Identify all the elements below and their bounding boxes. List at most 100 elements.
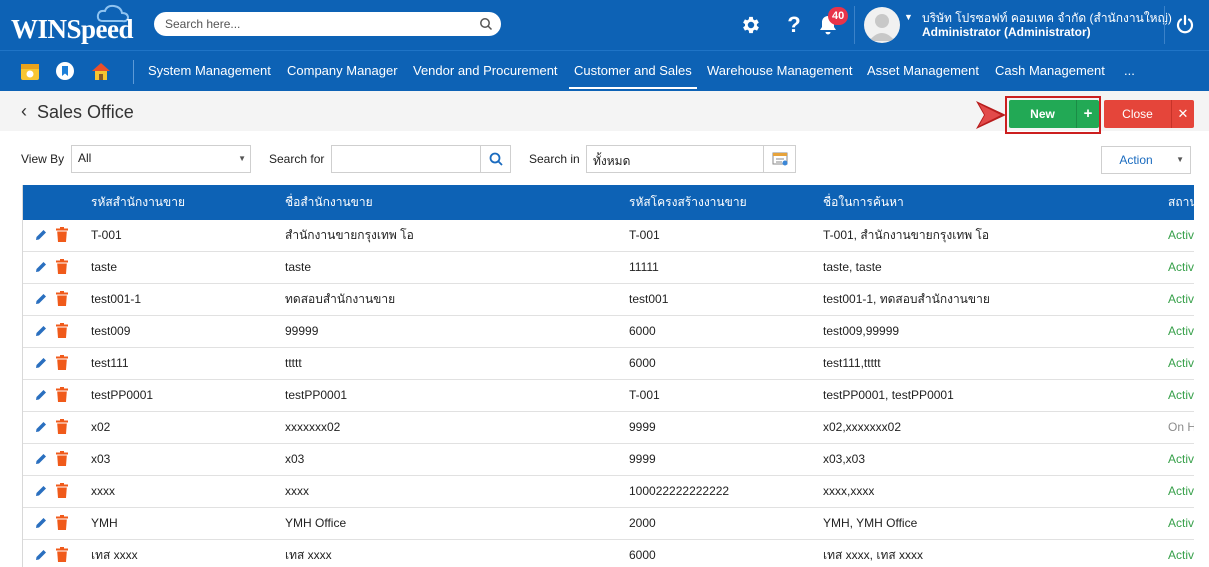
search-for-input[interactable] [336,151,476,165]
status-badge: Active [1168,548,1194,562]
delete-icon[interactable] [56,291,68,306]
new-button-label: New [1030,107,1055,121]
cell-office-name: xxxxxxx02 [285,420,341,434]
app-logo[interactable]: WINSpeed [11,14,134,45]
cell-office-name: xxxx [285,484,309,498]
action-dropdown[interactable]: Action ▼ [1101,146,1191,174]
edit-icon[interactable] [34,388,48,402]
back-icon[interactable]: ‹ [21,101,27,122]
header-divider [854,6,855,44]
status-badge: Active [1168,228,1194,242]
table-row[interactable]: x03 x03 9999 x03,x03 Active [23,444,1194,476]
table-row[interactable]: taste taste 11111 taste, taste Active [23,252,1194,284]
global-search[interactable] [154,12,501,36]
status-badge: Active [1168,356,1194,370]
search-in-box[interactable]: ทั้งหมด [586,145,796,173]
delete-icon[interactable] [56,483,68,498]
delete-icon[interactable] [56,419,68,434]
edit-icon[interactable] [34,516,48,530]
table-row[interactable]: x02 xxxxxxx02 9999 x02,xxxxxxx02 On Hold [23,412,1194,444]
edit-icon[interactable] [34,452,48,466]
table-row[interactable]: test009 99999 6000 test009,99999 Active [23,316,1194,348]
table-row[interactable]: testPP0001 testPP0001 T-001 testPP0001, … [23,380,1194,412]
table-row[interactable]: test001-1 ทดสอบสำนักงานขาย test001 test0… [23,284,1194,316]
table-row[interactable]: เทส xxxx เทส xxxx 6000 เทส xxxx, เทส xxx… [23,540,1194,567]
col-header-structure-code[interactable]: รหัสโครงสร้างงานขาย [629,185,747,220]
search-for-label: Search for [269,152,325,166]
delete-icon[interactable] [56,451,68,466]
view-by-select[interactable]: All ▼ [71,145,251,173]
nav-item-more[interactable]: ... [1124,51,1135,91]
nav-item-asset-management[interactable]: Asset Management [867,51,979,91]
delete-icon[interactable] [56,227,68,242]
cell-structure-code: 9999 [629,420,656,434]
cell-office-code: test009 [91,324,131,338]
edit-icon[interactable] [34,484,48,498]
cell-search-name: YMH, YMH Office [823,516,918,530]
cell-office-name: ทดสอบสำนักงานขาย [285,292,396,306]
cell-search-name: x02,xxxxxxx02 [823,420,902,434]
edit-icon[interactable] [34,292,48,306]
gear-icon[interactable] [738,12,764,38]
help-icon[interactable]: ? [781,12,807,38]
edit-icon[interactable] [34,356,48,370]
cell-office-code: testPP0001 [91,388,154,402]
cell-structure-code: 6000 [629,324,656,338]
delete-icon[interactable] [56,547,68,562]
edit-icon[interactable] [34,228,48,242]
cell-office-name: ttttt [285,356,302,370]
search-for-button[interactable] [480,146,511,172]
nav-item-vendor-procurement[interactable]: Vendor and Procurement [413,51,558,91]
plus-icon[interactable]: + [1076,100,1099,128]
edit-icon[interactable] [34,420,48,434]
notification-badge: 40 [828,7,849,25]
cell-structure-code: test001 [629,292,669,306]
search-icon[interactable] [479,17,493,31]
col-header-search-name[interactable]: ชื่อในการค้นหา [823,185,904,220]
close-button[interactable]: Close ✕ [1104,100,1194,128]
page-title: Sales Office [37,102,134,122]
edit-icon[interactable] [34,548,48,562]
search-for-box [331,145,511,173]
user-role[interactable]: Administrator (Administrator) [922,25,1091,39]
col-header-status[interactable]: สถานะ [1168,185,1194,220]
nav-item-system-management[interactable]: System Management [148,51,271,91]
close-icon[interactable]: ✕ [1171,100,1194,128]
delete-icon[interactable] [56,323,68,338]
search-in-picker-button[interactable] [763,146,796,172]
avatar[interactable] [864,7,900,43]
edit-icon[interactable] [34,260,48,274]
cell-search-name: test009,99999 [823,324,900,338]
table-row[interactable]: T-001 สำนักงานขายกรุงเทพ โอ T-001 T-001,… [23,220,1194,252]
nav-item-warehouse-management[interactable]: Warehouse Management [707,51,853,91]
col-header-office-name[interactable]: ชื่อสำนักงานขาย [285,185,373,220]
cell-office-name: taste [285,260,312,274]
nav-item-company-manager[interactable]: Company Manager [287,51,398,91]
field-picker-icon [772,152,788,166]
nav-item-cash-management[interactable]: Cash Management [995,51,1105,91]
bookmark-icon[interactable] [54,60,76,82]
table-row[interactable]: test111 ttttt 6000 test111,ttttt Active [23,348,1194,380]
home-icon[interactable] [90,60,112,82]
cell-search-name: xxxx,xxxx [823,484,875,498]
chevron-down-icon[interactable]: ▼ [904,12,913,22]
delete-icon[interactable] [56,387,68,402]
power-icon[interactable] [1172,12,1198,38]
table-row[interactable]: xxxx xxxx 100022222222222 xxxx,xxxx Acti… [23,476,1194,508]
global-search-input[interactable] [165,15,465,33]
new-button[interactable]: New + [1009,100,1099,128]
cell-office-code: xxxx [91,484,115,498]
edit-icon[interactable] [34,324,48,338]
nav-item-customer-sales[interactable]: Customer and Sales [569,51,697,91]
close-button-label: Close [1122,107,1153,121]
table-row[interactable]: YMH YMH Office 2000 YMH, YMH Office Acti… [23,508,1194,540]
delete-icon[interactable] [56,515,68,530]
cell-structure-code: 11111 [629,260,659,274]
status-badge: Active [1168,292,1194,306]
calendar-icon[interactable] [19,60,41,82]
delete-icon[interactable] [56,259,68,274]
cell-search-name: test111,ttttt [823,356,881,370]
col-header-office-code[interactable]: รหัสสำนักงานขาย [91,185,185,220]
table-header: รหัสสำนักงานขาย ชื่อสำนักงานขาย รหัสโครง… [23,185,1194,220]
delete-icon[interactable] [56,355,68,370]
